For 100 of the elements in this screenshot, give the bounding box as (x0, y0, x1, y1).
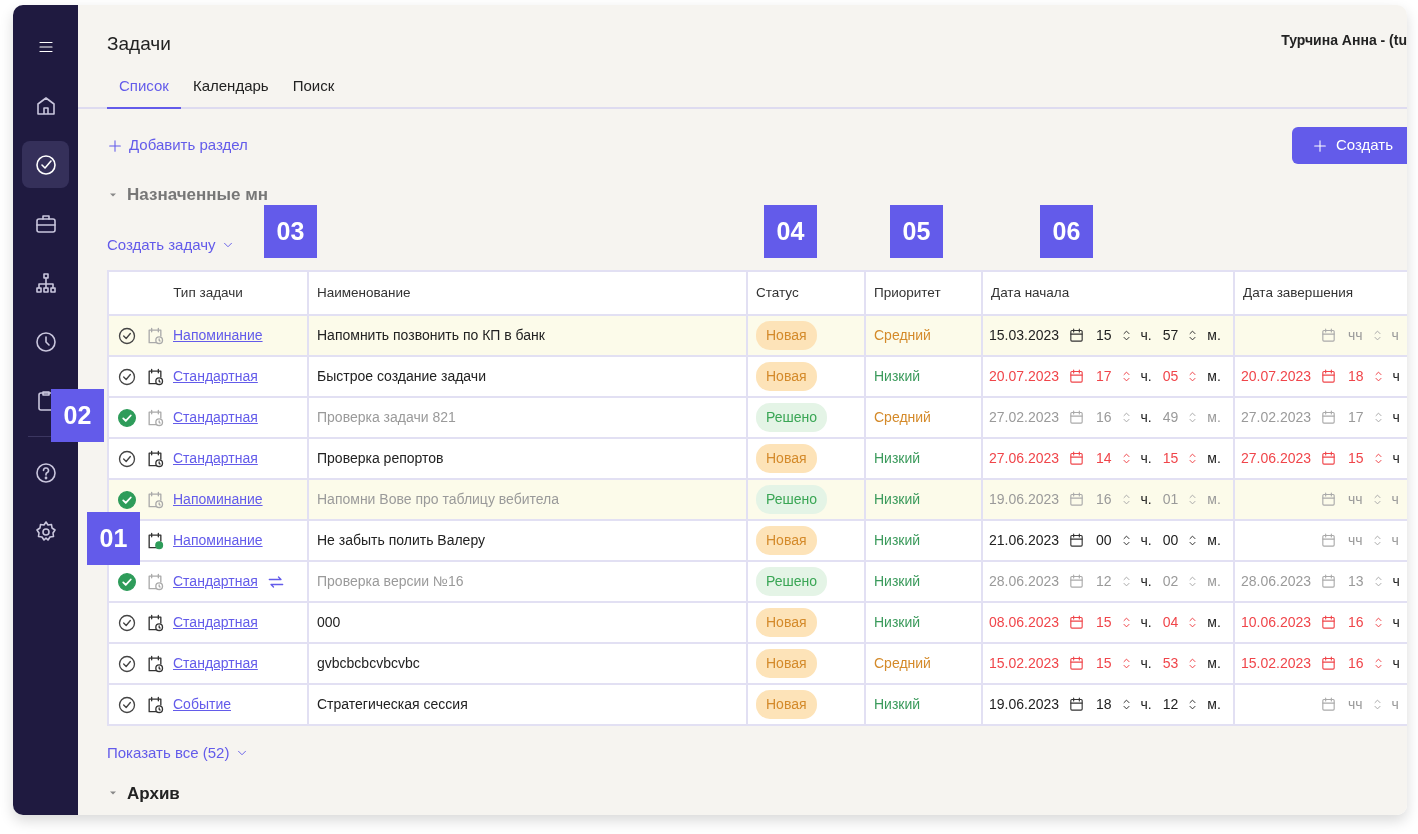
hour-input[interactable]: чч (1348, 530, 1385, 551)
date-text: 27.06.2023 (989, 449, 1061, 468)
unit-text: ч (1392, 572, 1400, 591)
priority-cell: Средний (865, 397, 982, 438)
calendar-icon (1320, 327, 1337, 344)
minute-input[interactable]: 05 (1162, 366, 1201, 387)
date-text: 15.03.2023 (989, 326, 1061, 345)
date-text: 19.06.2023 (989, 490, 1061, 509)
check-circle-icon[interactable] (117, 448, 137, 469)
unit-text: ч. (1140, 367, 1152, 386)
priority-cell: Низкий (865, 479, 982, 520)
calendar-icon (1068, 409, 1085, 426)
hour-input[interactable]: 15 (1096, 653, 1134, 674)
check-circle-icon[interactable] (117, 653, 137, 674)
priority-cell: Средний (865, 643, 982, 684)
column-header: Дата начала (982, 271, 1234, 315)
create-task-dropdown[interactable]: Создать задачу (107, 233, 236, 256)
hour-input[interactable]: чч (1348, 694, 1385, 715)
show-all-link[interactable]: Показать все (52) (107, 742, 250, 765)
unit-text: м. (1207, 367, 1221, 386)
minute-input[interactable]: 00 (1162, 530, 1201, 551)
date-text: 27.02.2023 (989, 408, 1061, 427)
hour-input[interactable]: 14 (1096, 448, 1134, 469)
minute-input[interactable]: 01 (1162, 489, 1201, 510)
hour-input[interactable]: чч (1348, 489, 1385, 510)
status-label: Новая (756, 321, 817, 350)
hour-input[interactable]: 16 (1348, 653, 1386, 674)
unit-text: ч (1392, 408, 1400, 427)
check-circle-icon (33, 152, 58, 177)
minute-input[interactable]: 49 (1162, 407, 1201, 428)
minute-input[interactable]: 12 (1162, 694, 1201, 715)
create-button[interactable]: Создать (1292, 127, 1407, 164)
hour-input[interactable]: чч (1348, 325, 1385, 346)
status-label: Решено (756, 485, 828, 514)
status-label: Решено (756, 403, 828, 432)
calendar-icon (1068, 491, 1085, 508)
unit-text: ч (1392, 449, 1400, 468)
hour-input[interactable]: 16 (1348, 612, 1386, 633)
tab[interactable]: Календарь (180, 66, 281, 109)
user-name: Турчина Анна - (tu (1281, 31, 1407, 50)
minute-input[interactable]: 15 (1162, 448, 1201, 469)
calendar-icon (1320, 491, 1337, 508)
unit-text: ч (1392, 654, 1400, 673)
column-header: Тип задачи (108, 271, 308, 315)
tab[interactable]: Поиск (280, 66, 347, 109)
check-circle-icon[interactable] (117, 694, 137, 715)
hour-input[interactable]: 15 (1096, 325, 1134, 346)
calendar-icon (1320, 409, 1337, 426)
calendar-icon (1068, 573, 1085, 590)
calendar-icon (1320, 614, 1337, 631)
unit-text: ч (1391, 490, 1399, 509)
date-text: 20.07.2023 (1241, 367, 1313, 386)
unit-text: м. (1207, 408, 1221, 427)
hour-input[interactable]: 12 (1096, 571, 1134, 592)
hour-input[interactable]: 16 (1096, 407, 1134, 428)
tab[interactable]: Список (107, 66, 181, 109)
unit-text: ч. (1140, 654, 1152, 673)
check-circle-icon[interactable] (117, 407, 137, 428)
status-label: Новая (756, 608, 817, 637)
check-circle-icon[interactable] (117, 571, 137, 592)
check-circle-icon[interactable] (117, 612, 137, 633)
check-circle-icon[interactable] (117, 325, 137, 346)
calendar-icon (1068, 532, 1085, 549)
settings-icon (33, 519, 58, 544)
unit-text: ч. (1140, 695, 1152, 714)
section-title: Архив (127, 782, 180, 805)
hour-input[interactable]: 15 (1096, 612, 1134, 633)
calendar-icon (1068, 696, 1085, 713)
unit-text: ч. (1140, 531, 1152, 550)
hour-input[interactable]: 16 (1096, 489, 1134, 510)
add-section-link[interactable]: Добавить раздел (107, 134, 248, 157)
hour-input[interactable]: 15 (1348, 448, 1386, 469)
minute-input[interactable]: 53 (1162, 653, 1201, 674)
hour-input[interactable]: 18 (1348, 366, 1386, 387)
step-number-tooltip: 06 (1040, 205, 1093, 258)
calendar-icon (1320, 573, 1337, 590)
hour-input[interactable]: 00 (1096, 530, 1134, 551)
unit-text: ч. (1140, 572, 1152, 591)
task-name-cell: Проверка версии №16 (308, 561, 747, 602)
sidebar-item[interactable] (22, 141, 69, 188)
hour-input[interactable]: 17 (1348, 407, 1386, 428)
hour-input[interactable]: 18 (1096, 694, 1134, 715)
unit-text: ч (1391, 326, 1399, 345)
unit-text: м. (1207, 654, 1221, 673)
priority-cell: Низкий (865, 520, 982, 561)
step-number-tooltip: 05 (890, 205, 943, 258)
minute-input[interactable]: 04 (1162, 612, 1201, 633)
minute-input[interactable]: 02 (1162, 571, 1201, 592)
task-type-link[interactable]: Событие (173, 694, 231, 715)
hour-input[interactable]: 17 (1096, 366, 1134, 387)
unit-text: ч. (1140, 490, 1152, 509)
hour-input[interactable]: 13 (1348, 571, 1386, 592)
check-circle-icon[interactable] (117, 489, 137, 510)
calendar-icon (1320, 368, 1337, 385)
check-circle-icon[interactable] (117, 366, 137, 387)
clock-icon (33, 329, 58, 354)
unit-text: м. (1207, 326, 1221, 345)
minute-input[interactable]: 57 (1162, 325, 1201, 346)
status-label: Новая (756, 690, 817, 719)
plus-icon (107, 137, 123, 154)
